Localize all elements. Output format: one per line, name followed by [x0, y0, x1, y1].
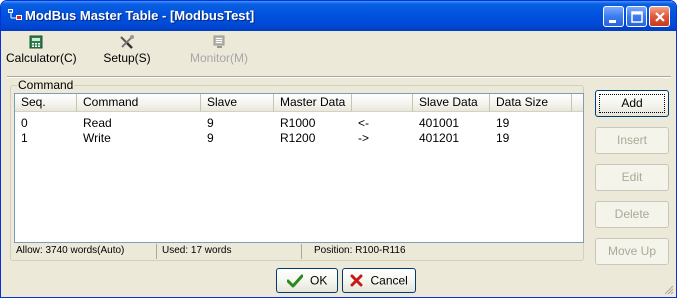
title-bar[interactable]: ModBus Master Table - [ModbusTest] — [1, 1, 676, 31]
cell-direction: <- — [358, 116, 370, 130]
column-header-direction[interactable] — [352, 94, 413, 112]
setup-tool-button[interactable]: Setup(S) — [87, 34, 167, 72]
status-divider — [156, 244, 157, 259]
calculator-tool-button[interactable]: Calculator(C) — [6, 34, 77, 72]
ok-label: OK — [310, 273, 328, 288]
status-divider — [301, 244, 302, 259]
monitor-icon — [213, 35, 225, 48]
resize-grip-icon[interactable] — [662, 283, 674, 295]
window-title: ModBus Master Table - [ModbusTest] — [25, 8, 255, 23]
status-allow: Allow: 3740 words(Auto) — [16, 245, 125, 256]
edit-button-label: Edit — [621, 170, 643, 184]
delete-button-label: Delete — [614, 207, 650, 221]
cell-direction: -> — [358, 131, 370, 145]
ok-button[interactable]: OK — [276, 268, 338, 293]
table-row[interactable]: 0 Read 9 R1000 <- 401001 19 — [15, 116, 583, 130]
setup-tools-icon — [120, 35, 134, 49]
status-position: Position: R100-R116 — [314, 245, 406, 256]
cell-data-size: 19 — [496, 116, 510, 130]
close-icon — [655, 12, 665, 22]
column-header-filler — [572, 94, 583, 112]
cell-slave-data: 401001 — [419, 116, 460, 130]
close-button[interactable] — [649, 6, 670, 27]
cell-seq: 0 — [21, 116, 28, 130]
column-header-data-size[interactable]: Data Size — [490, 94, 572, 112]
cell-data-size: 19 — [496, 131, 510, 145]
cancel-x-icon — [350, 274, 363, 287]
cancel-button[interactable]: Cancel — [342, 268, 416, 293]
minimize-button[interactable] — [603, 6, 624, 27]
setup-label: Setup(S) — [103, 51, 151, 65]
monitor-label: Monitor(M) — [189, 51, 248, 65]
cell-master-data: R1000 — [280, 116, 316, 130]
app-icon — [8, 9, 22, 20]
list-header: Seq. Command Slave Master Data Slave Dat… — [15, 94, 583, 112]
cell-master-data: R1200 — [280, 131, 316, 145]
add-button[interactable]: Add — [595, 90, 669, 117]
delete-button[interactable]: Delete — [595, 201, 669, 228]
toolbar-divider — [7, 76, 671, 78]
cell-seq: 1 — [21, 131, 28, 145]
minimize-icon — [609, 20, 616, 23]
move-up-button[interactable]: Move Up — [595, 238, 669, 265]
focus-rect — [599, 94, 665, 113]
cell-command: Write — [83, 131, 111, 145]
cell-slave: 9 — [207, 116, 214, 130]
modbus-master-table-window: ModBus Master Table - [ModbusTest] Calcu… — [0, 0, 677, 298]
column-header-seq[interactable]: Seq. — [15, 94, 77, 112]
status-used: Used: 17 words — [162, 245, 232, 256]
column-header-slave[interactable]: Slave — [201, 94, 274, 112]
move-up-button-label: Move Up — [607, 244, 657, 258]
status-strip: Allow: 3740 words(Auto) Used: 17 words P… — [14, 244, 584, 259]
checkmark-icon — [286, 274, 303, 288]
monitor-tool-button[interactable]: Monitor(M) — [179, 34, 259, 72]
cell-slave: 9 — [207, 131, 214, 145]
command-list[interactable]: Seq. Command Slave Master Data Slave Dat… — [14, 93, 584, 243]
insert-button[interactable]: Insert — [595, 127, 669, 154]
maximize-icon — [631, 11, 643, 23]
cancel-label: Cancel — [370, 273, 408, 288]
cell-slave-data: 401201 — [419, 131, 460, 145]
column-header-slave-data[interactable]: Slave Data — [413, 94, 490, 112]
calculator-icon — [29, 35, 43, 49]
column-header-command[interactable]: Command — [77, 94, 201, 112]
toolbar: Calculator(C) Setup(S) Monitor(M) — [1, 31, 676, 75]
insert-button-label: Insert — [616, 133, 647, 147]
edit-button[interactable]: Edit — [595, 164, 669, 191]
table-row[interactable]: 1 Write 9 R1200 -> 401201 19 — [15, 131, 583, 145]
column-header-master-data[interactable]: Master Data — [274, 94, 352, 112]
maximize-button[interactable] — [626, 6, 647, 27]
cell-command: Read — [83, 116, 112, 130]
command-group-label: Command — [17, 78, 75, 92]
calculator-label: Calculator(C) — [6, 51, 77, 65]
